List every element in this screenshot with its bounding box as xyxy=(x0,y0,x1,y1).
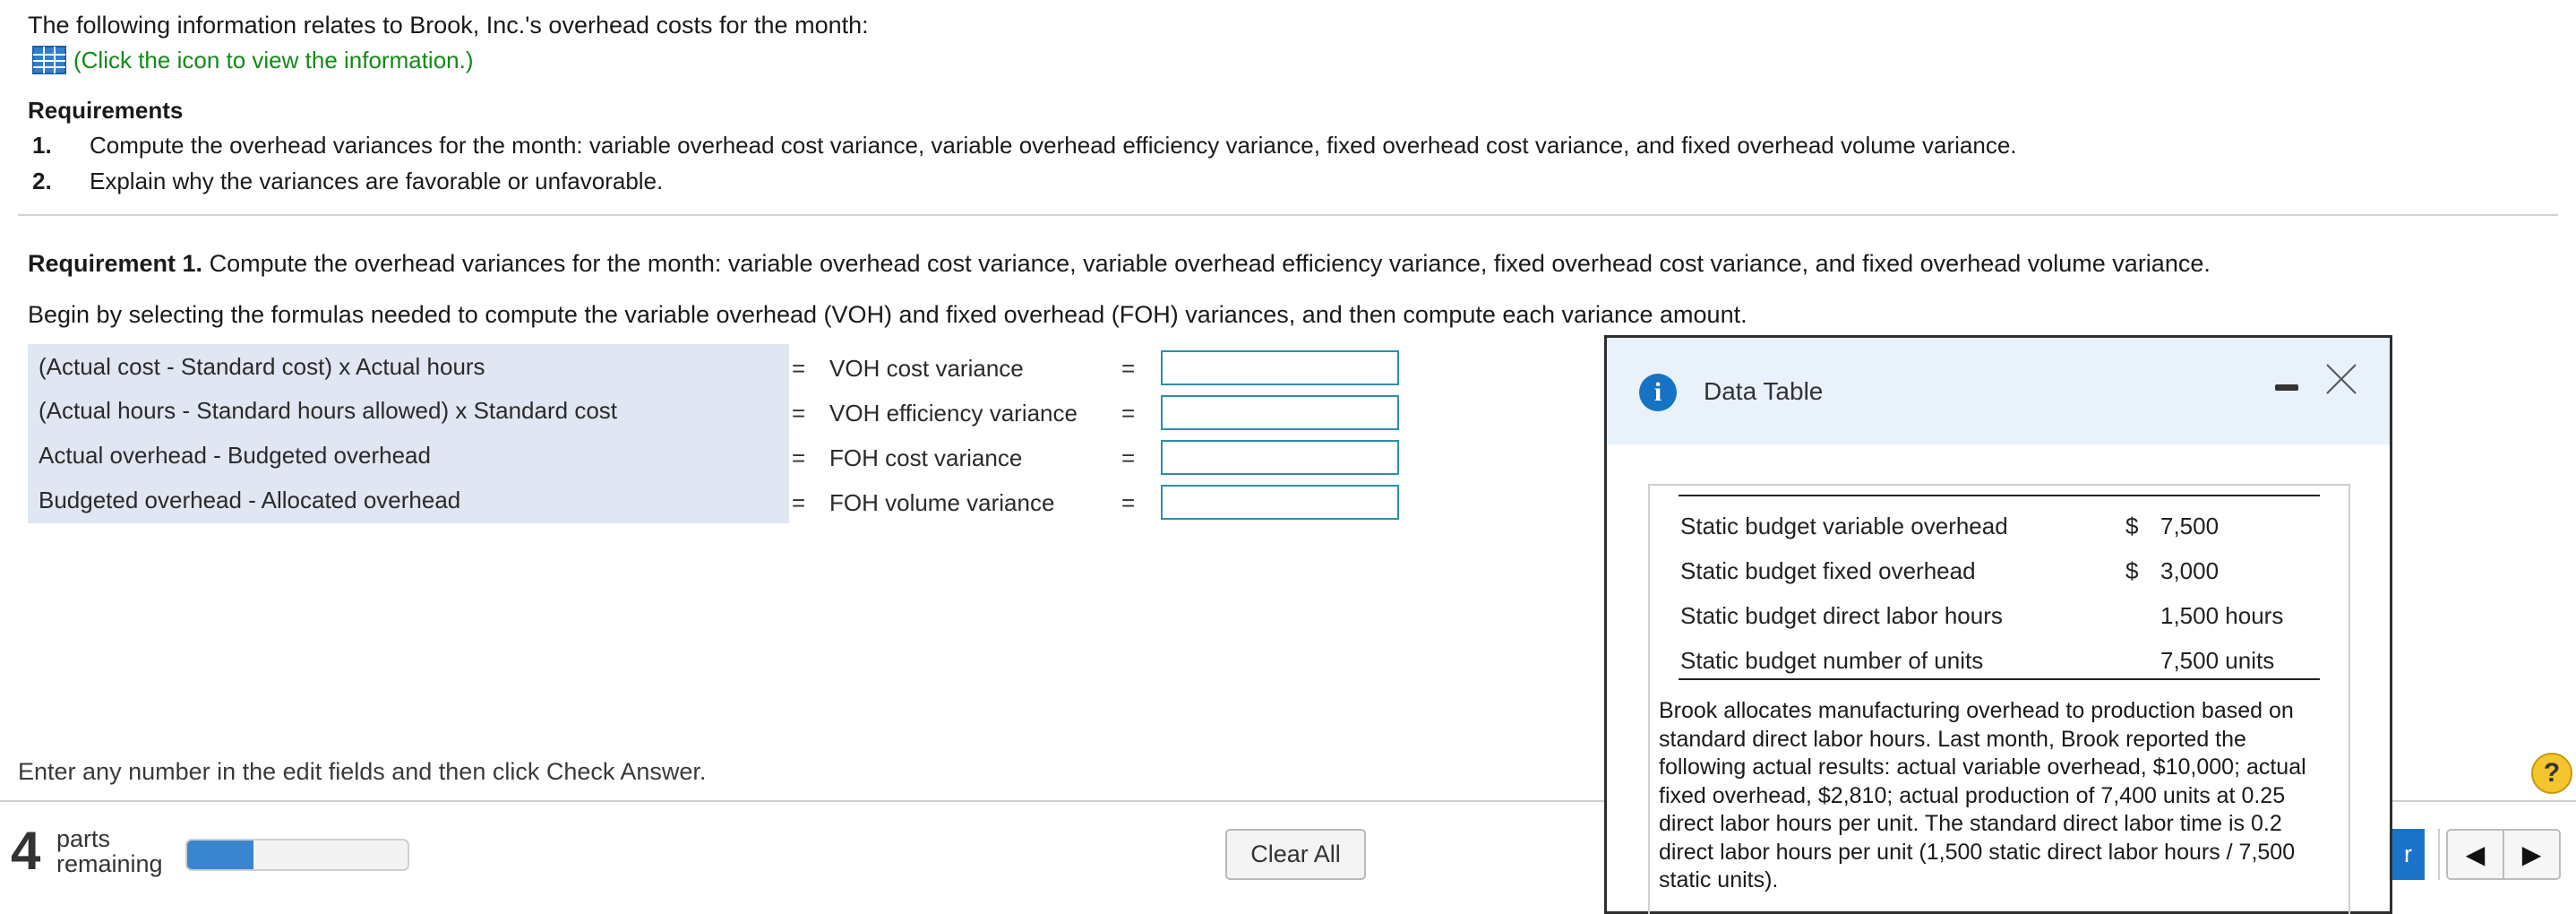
requirements-title: Requirements xyxy=(28,97,184,124)
requirement-1-label: Requirement 1. xyxy=(28,250,203,277)
help-icon[interactable]: ? xyxy=(2531,753,2572,794)
foh-volume-variance-input[interactable] xyxy=(1161,485,1399,520)
intro-text: The following information relates to Bro… xyxy=(28,12,869,39)
requirement-1-heading: Requirement 1. Compute the overhead vari… xyxy=(28,250,2211,278)
row-value: 7,500 units xyxy=(2160,647,2275,674)
close-icon[interactable] xyxy=(2325,363,2357,395)
table-bottom-rule xyxy=(1679,678,2320,680)
row-label: Static budget fixed overhead xyxy=(1680,557,1976,584)
info-link-text[interactable]: (Click the icon to view the information.… xyxy=(73,47,474,74)
row-label: Static budget direct labor hours xyxy=(1680,602,2003,629)
table-row: Static budget fixed overhead $ 3,000 xyxy=(1680,548,2320,590)
clear-all-button[interactable]: Clear All xyxy=(1225,829,1366,880)
variance-label: FOH volume variance xyxy=(829,489,1055,516)
table-row: Static budget number of units 7,500 unit… xyxy=(1680,638,2320,679)
row-value: 3,000 xyxy=(2160,557,2220,584)
equals-sign: = xyxy=(792,444,806,471)
variance-label: FOH cost variance xyxy=(829,444,1023,471)
table-top-rule xyxy=(1679,495,2320,496)
formula-dropdown-2[interactable]: (Actual hours - Standard hours allowed) … xyxy=(39,397,617,425)
grid-table-icon[interactable] xyxy=(32,46,66,74)
parts-remaining-label: parts remaining xyxy=(56,826,163,876)
formula-dropdown-1[interactable]: (Actual cost - Standard cost) x Actual h… xyxy=(39,353,485,381)
info-icon: i xyxy=(1639,374,1677,411)
arrow-right-icon: ▶ xyxy=(2521,841,2542,868)
data-table-frame: Static budget variable overhead $ 7,500 … xyxy=(1648,484,2350,914)
formula-selection-box: (Actual cost - Standard cost) x Actual h… xyxy=(28,344,789,523)
variance-label: VOH efficiency variance xyxy=(829,400,1078,427)
equals-sign: = xyxy=(1121,444,1136,471)
foh-cost-variance-input[interactable] xyxy=(1161,440,1399,475)
requirement-item-1: 1. Compute the overhead variances for th… xyxy=(32,132,2017,160)
equals-sign: = xyxy=(792,355,806,382)
formula-dropdown-4[interactable]: Budgeted overhead - Allocated overhead xyxy=(39,487,460,514)
previous-question-button[interactable]: ◀ xyxy=(2448,831,2503,878)
row-value: 7,500 xyxy=(2160,513,2220,539)
currency-symbol: $ xyxy=(2125,513,2139,539)
variance-label: VOH cost variance xyxy=(829,355,1024,382)
voh-efficiency-variance-input[interactable] xyxy=(1161,395,1399,430)
popup-title: Data Table xyxy=(1704,377,1824,405)
formula-dropdown-3[interactable]: Actual overhead - Budgeted overhead xyxy=(39,442,431,470)
data-table-note: Brook allocates manufacturing overhead t… xyxy=(1659,698,2306,892)
equals-sign: = xyxy=(1121,400,1136,427)
table-row: Static budget direct labor hours 1,500 h… xyxy=(1680,593,2320,634)
instructions-text: Begin by selecting the formulas needed t… xyxy=(28,301,1747,328)
data-table-popup: i Data Table Static budget variable over… xyxy=(1604,335,2392,914)
requirement-text: Explain why the variances are favorable … xyxy=(90,168,664,194)
hint-text: Enter any number in the edit fields and … xyxy=(18,758,707,785)
requirement-number: 1. xyxy=(32,132,52,159)
view-information-link[interactable]: (Click the icon to view the information.… xyxy=(32,46,474,74)
equals-sign: = xyxy=(1121,355,1136,382)
equals-sign: = xyxy=(792,489,806,516)
currency-symbol: $ xyxy=(2125,557,2139,584)
arrow-left-icon: ◀ xyxy=(2465,841,2486,868)
parts-label-line-1: parts xyxy=(56,825,111,852)
requirement-1-text: Compute the overhead variances for the m… xyxy=(209,250,2211,277)
requirement-text: Compute the overhead variances for the m… xyxy=(90,132,2017,159)
table-row: Static budget variable overhead $ 7,500 xyxy=(1680,504,2320,545)
row-value: 1,500 hours xyxy=(2160,602,2284,629)
equals-sign: = xyxy=(1121,489,1136,516)
equals-sign: = xyxy=(792,400,806,427)
progress-fill xyxy=(187,841,253,869)
nav-separator xyxy=(2438,829,2440,880)
requirement-item-2: 2. Explain why the variances are favorab… xyxy=(32,168,663,195)
requirement-number: 2. xyxy=(32,168,52,194)
row-label: Static budget number of units xyxy=(1680,647,1984,674)
popup-header[interactable]: i Data Table xyxy=(1607,338,2390,444)
voh-cost-variance-input[interactable] xyxy=(1161,350,1399,385)
row-label: Static budget variable overhead xyxy=(1680,513,2008,539)
section-divider xyxy=(18,214,2558,216)
progress-bar xyxy=(185,839,409,871)
next-question-button[interactable]: ▶ xyxy=(2503,831,2559,878)
parts-label-line-2: remaining xyxy=(56,850,163,877)
minimize-icon[interactable] xyxy=(2275,384,2298,391)
parts-remaining-count: 4 xyxy=(11,821,41,881)
question-page: The following information relates to Bro… xyxy=(0,0,2576,914)
question-nav: ◀ ▶ xyxy=(2446,829,2561,880)
